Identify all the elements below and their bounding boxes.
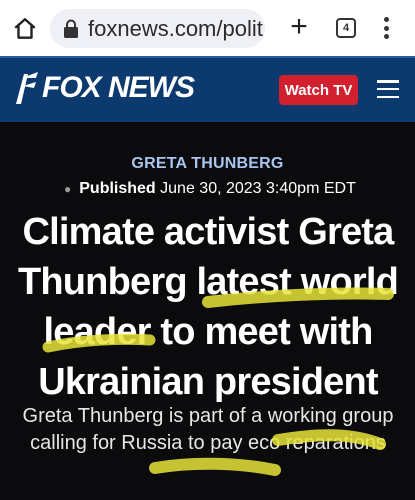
tabs-icon[interactable]: 4 [336, 18, 356, 38]
article-category[interactable]: GRETA THUNBERG [0, 155, 415, 173]
published-label: Published [79, 180, 156, 197]
plus-icon[interactable]: + [286, 12, 312, 42]
hamburger-menu-icon[interactable] [377, 80, 399, 98]
logo-text: FOX NEWS [42, 71, 195, 104]
article-headline: Climate activist Greta Thunberg latest w… [17, 211, 399, 403]
published-line: ● Published June 30, 2023 3:40pm EDT [64, 180, 356, 198]
more-vert-icon[interactable] [380, 14, 392, 42]
tab-count: 4 [342, 22, 350, 34]
published-date: June 30, 2023 3:40pm EDT [160, 180, 356, 197]
home-icon[interactable] [10, 14, 40, 44]
url-text: foxnews.com/polit [88, 15, 263, 41]
bullet-icon: ● [64, 182, 72, 196]
fox-logo-icon [16, 72, 38, 104]
browser-toolbar: foxnews.com/polit + 4 [0, 0, 415, 56]
watch-tv-button[interactable]: Watch TV [279, 75, 358, 105]
article-subheadline: Greta Thunberg is part of a working grou… [22, 405, 394, 454]
lock-icon [64, 19, 78, 38]
address-bar[interactable]: foxnews.com/polit [50, 9, 265, 48]
site-logo[interactable]: FOX NEWS [14, 70, 195, 106]
